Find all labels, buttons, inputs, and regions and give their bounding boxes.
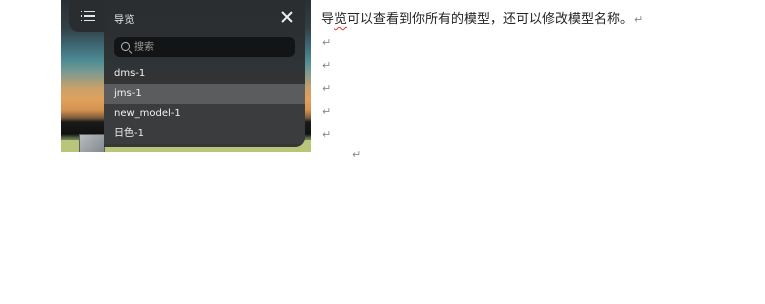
navigator-panel: 导览 dms-1 jms-1 new_model-1 日色-1 <box>104 0 305 147</box>
empty-paragraph: ↵ <box>321 31 643 54</box>
empty-paragraph: ↵ <box>321 77 643 100</box>
text-segment: 可以查看到你所有的模型，还可以修改模型名称。 <box>347 12 634 27</box>
hamburger-icon <box>80 10 95 22</box>
model-list: dms-1 jms-1 new_model-1 日色-1 <box>104 64 305 144</box>
navigator-toggle-button[interactable] <box>69 0 107 32</box>
search-box[interactable] <box>114 37 295 57</box>
list-item-jms-1[interactable]: jms-1 <box>104 84 305 104</box>
document-text: 导览可以查看到你所有的模型，还可以修改模型名称。↵ ↵ ↵ ↵ ↵ ↵ <box>321 8 643 146</box>
paragraph-mark-icon: ↵ <box>322 59 332 72</box>
paragraph-mark-icon: ↵ <box>352 148 362 161</box>
empty-paragraph: ↵ <box>321 100 643 123</box>
list-item-rise-1[interactable]: 日色-1 <box>104 124 305 144</box>
text-segment: 导 <box>321 12 335 27</box>
paragraph-mark-icon: ↵ <box>322 128 332 141</box>
paragraph-mark-icon: ↵ <box>634 13 644 26</box>
list-item-dms-1[interactable]: dms-1 <box>104 64 305 84</box>
paragraph-mark-icon: ↵ <box>322 36 332 49</box>
paragraph-line: 导览可以查看到你所有的模型，还可以修改模型名称。↵ <box>321 8 643 31</box>
empty-paragraph: ↵ <box>321 123 643 146</box>
paragraph-mark-icon: ↵ <box>322 82 332 95</box>
search-input[interactable] <box>134 38 284 56</box>
paragraph-mark-icon: ↵ <box>322 105 332 118</box>
empty-paragraph: ↵ <box>321 54 643 77</box>
close-icon[interactable] <box>280 10 294 24</box>
search-icon <box>121 42 130 51</box>
list-item-new-model-1[interactable]: new_model-1 <box>104 104 305 124</box>
model-block <box>79 134 105 152</box>
panel-title: 导览 <box>114 15 135 26</box>
spellcheck-word: 览 <box>334 12 348 27</box>
